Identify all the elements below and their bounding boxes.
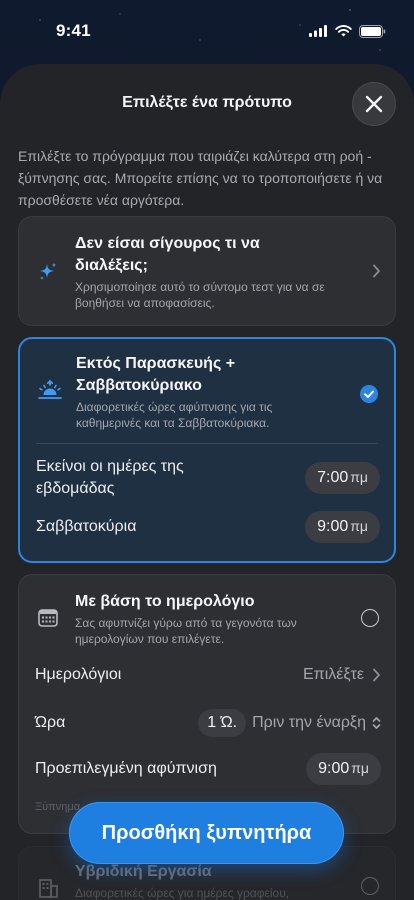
template-card-weekend[interactable]: Εκτός Παρασκευής + Σαββατοκύριακο Διαφορ…	[18, 337, 396, 563]
weekdays-label: Εκείνοι οι ημέρες της εβδομάδας	[36, 458, 184, 497]
time-unit: πμ	[350, 469, 368, 485]
offset-row[interactable]: Ώρα 1 Ώ. Πριν την έναρξη	[35, 709, 381, 737]
card-title: Υβριδική Εργασία	[75, 863, 212, 880]
default-wake-row[interactable]: Προεπιλεγμένη αφύπνιση 9:00 πμ	[35, 753, 381, 785]
intro-text: Επιλέξτε το πρόγραμμα που ταιριάζει καλύ…	[18, 148, 383, 208]
calendars-label: Ημερολόγιοι	[35, 666, 122, 683]
status-time: 9:41	[56, 21, 91, 40]
card-title: Με βάση το ημερολόγιο	[75, 593, 255, 610]
card-subtitle: Διαφορετικές ώρες αφύπνισης για τις καθη…	[76, 400, 273, 430]
selected-check[interactable]	[360, 385, 378, 403]
status-bar: 9:41	[0, 0, 414, 62]
default-wake-label: Προεπιλεγμένη αφύπνιση	[35, 760, 217, 777]
card-subtitle: Σας αφυπνίζει γύρω από τα γεγονότα των η…	[75, 616, 297, 646]
select-radio[interactable]	[361, 609, 379, 627]
time-value: 7:00	[317, 469, 349, 486]
weekend-label: Σαββατοκύρια	[36, 518, 137, 535]
weekdays-time-picker[interactable]: 7:00 πμ	[305, 462, 380, 494]
divider	[36, 443, 378, 444]
calendars-value: Επιλέξτε	[302, 666, 364, 683]
chevron-right-icon	[373, 668, 380, 682]
calendars-row[interactable]: Ημερολόγιοι Επιλέξτε	[35, 664, 381, 686]
template-picker-sheet: Επιλέξτε ένα πρότυπο Επιλέξτε το πρόγραμ…	[0, 64, 414, 900]
status-icons	[309, 24, 386, 38]
template-card-unsure[interactable]: Δεν είσαι σίγουρος τι να διαλέξεις; Χρησ…	[18, 216, 396, 326]
chevron-right-icon	[373, 264, 380, 278]
building-icon	[39, 879, 58, 898]
checkmark-icon	[364, 390, 374, 398]
offset-relation-picker[interactable]: Πριν την έναρξη	[252, 714, 381, 732]
weekdays-row[interactable]: Εκείνοι οι ημέρες της εβδομάδας 7:00 πμ	[36, 456, 380, 500]
time-value: 9:00	[317, 518, 349, 535]
template-card-calendar[interactable]: Με βάση το ημερολόγιο Σας αφυπνίζει γύρω…	[18, 574, 396, 834]
time-unit: πμ	[350, 518, 368, 534]
close-button[interactable]	[352, 82, 396, 126]
weekend-row[interactable]: Σαββατοκύρια 9:00 πμ	[36, 511, 380, 543]
sunrise-icon	[38, 380, 62, 399]
select-radio[interactable]	[361, 877, 379, 895]
footer-note: Ξύπνημα	[35, 801, 81, 813]
time-label: Ώρα	[35, 714, 66, 731]
time-value: 9:00	[318, 760, 350, 777]
sparkles-icon	[40, 262, 57, 280]
offset-relation: Πριν την έναρξη	[252, 714, 366, 731]
close-icon	[365, 95, 383, 113]
time-unit: πμ	[351, 760, 369, 776]
offset-amount: 1 Ώ.	[207, 714, 238, 731]
calendar-icon	[38, 609, 58, 627]
wifi-icon	[335, 25, 352, 37]
weekend-time-picker[interactable]: 9:00 πμ	[305, 511, 380, 543]
card-subtitle: Χρησιμοποίησε αυτό το σύντομο τεστ για ν…	[75, 280, 325, 310]
battery-icon	[359, 24, 386, 38]
card-title: Δεν είσαι σίγουρος τι να διαλέξεις;	[75, 235, 260, 274]
offset-amount-picker[interactable]: 1 Ώ.	[198, 709, 247, 737]
chevron-up-down-icon	[372, 717, 381, 729]
card-subtitle: Διαφορετικές ώρες για ημέρες γραφείου,	[75, 886, 290, 900]
cellular-signal-icon	[309, 25, 327, 37]
add-alarm-button[interactable]: Προσθήκη ξυπνητήρα	[69, 802, 344, 864]
calendars-selector[interactable]: Επιλέξτε	[303, 666, 381, 684]
card-title: Εκτός Παρασκευής + Σαββατοκύριακο	[76, 355, 236, 394]
default-wake-time-picker[interactable]: 9:00 πμ	[306, 753, 381, 785]
